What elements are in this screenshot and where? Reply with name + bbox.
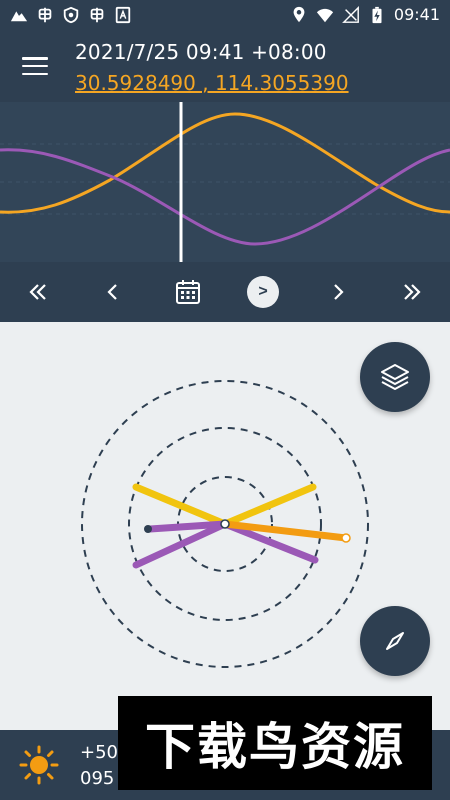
time-navigation-bar: > bbox=[0, 262, 450, 322]
sun-position-marker bbox=[341, 533, 351, 543]
app-header: 2021/7/25 09:41 +08:00 30.5928490 , 114.… bbox=[0, 30, 450, 102]
hamburger-menu-icon bbox=[22, 57, 48, 60]
status-bar: 09:41 bbox=[0, 0, 450, 30]
battery-charging-icon bbox=[372, 6, 382, 23]
compass-icon bbox=[386, 632, 404, 650]
play-label: > bbox=[258, 283, 268, 300]
current-datetime[interactable]: 2021/7/25 09:41 +08:00 bbox=[75, 40, 327, 64]
sun-info-line1: +50 bbox=[80, 742, 118, 763]
menu-button[interactable] bbox=[18, 51, 52, 81]
layers-icon bbox=[381, 364, 409, 390]
layers-button[interactable] bbox=[360, 342, 430, 412]
watermark-text: 下载鸟资源 bbox=[145, 718, 405, 776]
moon-position-marker bbox=[144, 525, 152, 533]
double-chevron-right-icon bbox=[404, 284, 421, 300]
shield-icon bbox=[63, 6, 79, 24]
location-coordinates[interactable]: 30.5928490 , 114.3055390 bbox=[75, 71, 349, 95]
status-time: 09:41 bbox=[393, 5, 440, 24]
sunset-direction-line bbox=[221, 483, 317, 528]
status-right-icons: 09:41 bbox=[290, 5, 440, 24]
sun-moon-map[interactable] bbox=[0, 322, 450, 730]
sun-icon bbox=[19, 745, 59, 785]
play-button[interactable]: > bbox=[245, 274, 281, 310]
signal-icon bbox=[341, 5, 359, 23]
altitude-graph-canvas bbox=[0, 102, 450, 262]
step-back-button[interactable] bbox=[95, 274, 131, 310]
moon-altitude-curve bbox=[0, 148, 450, 246]
fast-forward-button[interactable] bbox=[394, 274, 430, 310]
wifi-icon bbox=[316, 8, 333, 22]
sunrise-direction-line bbox=[132, 483, 229, 528]
play-icon: > bbox=[247, 276, 279, 308]
chevron-right-icon bbox=[334, 284, 344, 300]
sun-info-line2: 095 bbox=[80, 768, 115, 789]
bug-icon bbox=[90, 7, 104, 23]
step-forward-button[interactable] bbox=[320, 274, 356, 310]
status-left-icons bbox=[10, 6, 132, 24]
fast-rewind-button[interactable] bbox=[20, 274, 56, 310]
a-box-icon bbox=[115, 6, 131, 24]
sun-altitude-curve bbox=[0, 112, 450, 214]
compass-button[interactable] bbox=[360, 606, 430, 676]
chevron-left-icon bbox=[107, 284, 117, 300]
double-chevron-left-icon bbox=[29, 284, 46, 300]
watermark-banner: 下载鸟资源 bbox=[118, 696, 432, 790]
observer-center-marker bbox=[220, 519, 230, 529]
calendar-button[interactable] bbox=[170, 274, 206, 310]
bug-icon bbox=[38, 7, 52, 23]
mountain-icon bbox=[10, 11, 28, 22]
calendar-icon bbox=[176, 280, 200, 304]
altitude-graph[interactable] bbox=[0, 102, 450, 262]
moon-current-direction-line bbox=[146, 520, 229, 533]
location-pin-icon bbox=[293, 6, 305, 22]
